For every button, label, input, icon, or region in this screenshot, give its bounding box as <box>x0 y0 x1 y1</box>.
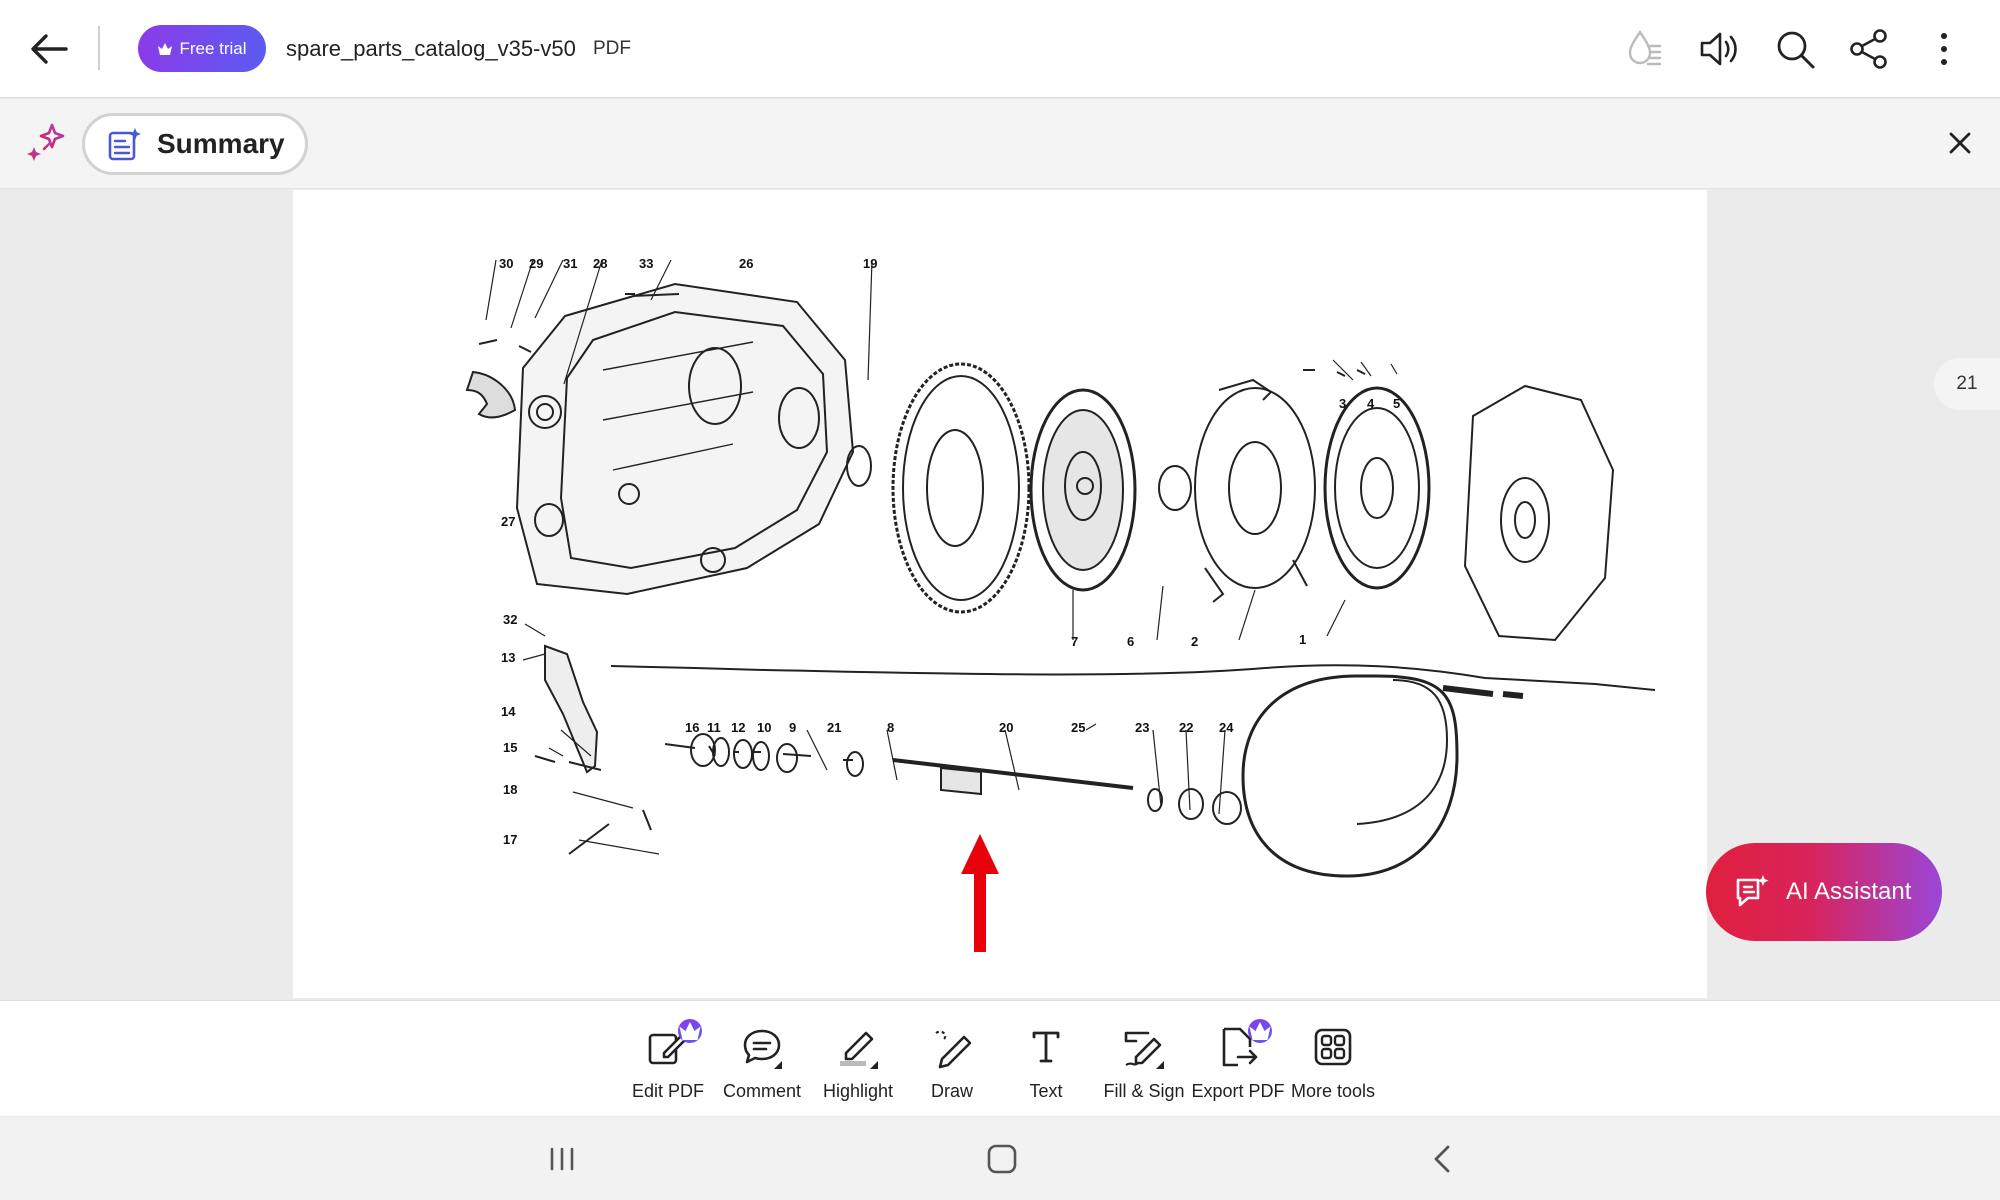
edit-pdf-tool[interactable]: Edit PDF <box>620 1019 716 1102</box>
document-type: PDF <box>593 38 631 59</box>
callout-label: 20 <box>999 720 1013 735</box>
text-icon <box>1032 1031 1060 1063</box>
callout-label: 21 <box>827 720 841 735</box>
callout-label: 10 <box>757 720 771 735</box>
callout-label: 29 <box>529 256 543 271</box>
page-number-indicator[interactable]: 21 <box>1934 358 2000 410</box>
callout-label: 18 <box>503 782 517 797</box>
comment-icon <box>743 1029 782 1069</box>
callout-label: 13 <box>501 650 515 665</box>
callout-label: 5 <box>1393 396 1400 411</box>
sparkle-icon <box>27 123 65 161</box>
more-tools-button[interactable]: More tools <box>1285 1023 1381 1102</box>
tool-label: Edit PDF <box>631 1081 705 1101</box>
highlight-icon <box>840 1031 878 1069</box>
premium-crown-icon <box>678 1019 702 1043</box>
callout-label: 6 <box>1127 634 1134 649</box>
summary-label: Summary <box>157 128 285 159</box>
share-icon[interactable] <box>1846 26 1892 72</box>
draw-tool[interactable]: Draw <box>904 1023 1000 1102</box>
callout-label: 17 <box>503 832 517 847</box>
top-app-bar: Free trial spare_parts_catalog_v35-v50 P… <box>0 0 2000 98</box>
draw-pencil-icon <box>935 1030 972 1069</box>
free-trial-label: Free trial <box>179 38 247 58</box>
callout-label: 33 <box>639 256 653 271</box>
system-navigation-bar <box>0 1117 2000 1200</box>
tool-label: Comment <box>722 1081 802 1101</box>
close-icon[interactable] <box>1942 125 1978 161</box>
bottom-toolbar: Edit PDF Comment Highlight Draw Text Fil… <box>0 1000 2000 1116</box>
callout-label: 4 <box>1367 396 1375 411</box>
more-vertical-icon[interactable] <box>1921 26 1967 72</box>
comment-tool[interactable]: Comment <box>714 1023 810 1102</box>
search-icon[interactable] <box>1772 26 1818 72</box>
summary-icon <box>108 128 141 161</box>
callout-label: 2 <box>1191 634 1198 649</box>
crown-icon <box>158 42 173 55</box>
back-chevron-icon[interactable] <box>1420 1137 1464 1181</box>
callout-label: 8 <box>887 720 894 735</box>
callout-label: 30 <box>499 256 513 271</box>
read-aloud-icon[interactable] <box>1696 26 1742 72</box>
callout-label: 24 <box>1219 720 1234 735</box>
arrow-left-icon[interactable] <box>28 28 70 70</box>
tool-label: Export PDF <box>1191 1081 1285 1101</box>
fill-and-sign-tool[interactable]: Fill & Sign <box>1096 1023 1192 1102</box>
export-pdf-tool[interactable]: Export PDF <box>1190 1019 1286 1102</box>
document-title: spare_parts_catalog_v35-v50 <box>286 36 576 61</box>
callout-label: 9 <box>789 720 796 735</box>
callout-label: 25 <box>1071 720 1085 735</box>
callout-label: 32 <box>503 612 517 627</box>
callout-label: 22 <box>1179 720 1193 735</box>
fill-sign-icon <box>1124 1031 1164 1069</box>
ai-chat-icon <box>1736 875 1769 907</box>
pdf-page[interactable]: 30 29 31 28 33 26 19 3 4 5 27 7 6 2 1 32… <box>293 190 1707 998</box>
red-pointer-arrow <box>961 834 999 952</box>
liquid-mode-icon[interactable] <box>1622 26 1668 72</box>
callout-label: 14 <box>501 704 516 719</box>
callout-label: 26 <box>739 256 753 271</box>
premium-crown-icon <box>1248 1019 1272 1043</box>
summary-button[interactable]: Summary <box>82 113 308 175</box>
tool-label: Fill & Sign <box>1103 1081 1185 1101</box>
home-icon[interactable] <box>980 1137 1024 1181</box>
callout-label: 7 <box>1071 634 1078 649</box>
free-trial-button[interactable]: Free trial <box>138 25 266 72</box>
callout-label: 11 <box>707 720 721 735</box>
callout-label: 23 <box>1135 720 1149 735</box>
ai-assistant-button[interactable]: AI Assistant <box>1706 843 1942 941</box>
tool-label: Highlight <box>822 1081 894 1101</box>
highlight-tool[interactable]: Highlight <box>810 1023 906 1102</box>
ai-assistant-label: AI Assistant <box>1786 878 1912 905</box>
recent-apps-icon[interactable] <box>540 1137 584 1181</box>
callout-label: 1 <box>1299 632 1306 647</box>
exploded-parts-diagram: 30 29 31 28 33 26 19 3 4 5 27 7 6 2 1 32… <box>465 256 1656 952</box>
callout-label: 31 <box>563 256 577 271</box>
callout-label: 12 <box>731 720 745 735</box>
tool-label: More tools <box>1290 1081 1376 1101</box>
callout-label: 15 <box>503 740 517 755</box>
tool-label: Draw <box>930 1081 973 1101</box>
callout-label: 16 <box>685 720 699 735</box>
callout-label: 3 <box>1339 396 1346 411</box>
tool-label: Text <box>1029 1081 1063 1101</box>
summary-bar: Summary <box>0 99 2000 189</box>
divider <box>98 26 100 70</box>
callout-label: 27 <box>501 514 515 529</box>
callout-label: 19 <box>863 256 877 271</box>
grid-icon <box>1314 1028 1352 1066</box>
callout-label: 28 <box>593 256 607 271</box>
text-tool[interactable]: Text <box>998 1023 1094 1102</box>
